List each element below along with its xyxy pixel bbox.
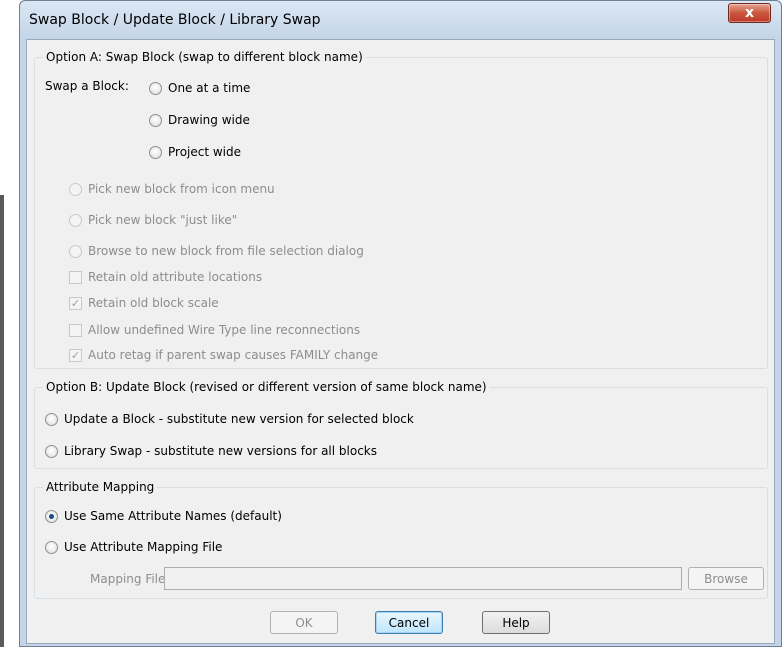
close-icon: x [744, 5, 755, 21]
radio-pick-from-icon-menu[interactable]: Pick new block from icon menu [69, 182, 275, 196]
background-strip [0, 0, 20, 647]
radio-icon [45, 540, 58, 554]
checkbox-label: Retain old attribute locations [88, 270, 263, 284]
checkbox-label: Retain old block scale [88, 296, 219, 310]
mapping-file-label-row: Mapping File [90, 572, 165, 586]
background-scrollbar [0, 195, 4, 647]
check-mark-icon: ✓ [69, 296, 82, 310]
mapping-file-label: Mapping File [90, 572, 166, 586]
radio-label: Library Swap - substitute new versions f… [64, 444, 377, 458]
dialog-window: Swap Block / Update Block / Library Swap… [19, 0, 782, 647]
radio-icon [149, 145, 162, 159]
help-button[interactable]: Help [482, 611, 550, 634]
radio-browse-file-dialog[interactable]: Browse to new block from file selection … [69, 244, 364, 258]
radio-icon [69, 244, 82, 258]
radio-label: Pick new block "just like" [88, 213, 238, 227]
check-retain-attribute-locations[interactable]: Retain old attribute locations [69, 270, 262, 284]
check-auto-retag[interactable]: ✓ Auto retag if parent swap causes FAMIL… [69, 348, 378, 362]
radio-project-wide[interactable]: Project wide [149, 145, 241, 159]
check-retain-block-scale[interactable]: ✓ Retain old block scale [69, 296, 219, 310]
radio-label: Drawing wide [168, 113, 250, 127]
browse-button[interactable]: Browse [688, 567, 764, 590]
radio-selected-icon [45, 509, 58, 523]
option-a-legend: Option A: Swap Block (swap to different … [43, 50, 366, 64]
title-bar: Swap Block / Update Block / Library Swap… [20, 1, 781, 39]
radio-label: Use Attribute Mapping File [64, 540, 223, 554]
window-title: Swap Block / Update Block / Library Swap [29, 12, 321, 28]
radio-icon [45, 444, 58, 458]
radio-label: Use Same Attribute Names (default) [64, 509, 282, 523]
option-b-legend: Option B: Update Block (revised or diffe… [43, 380, 490, 394]
checkbox-icon [69, 270, 82, 284]
radio-one-at-a-time[interactable]: One at a time [149, 81, 250, 95]
checkbox-icon [69, 323, 82, 337]
swap-a-block-label: Swap a Block: [45, 79, 129, 93]
checkbox-label: Auto retag if parent swap causes FAMILY … [88, 348, 379, 362]
radio-label: One at a time [168, 81, 251, 95]
radio-drawing-wide[interactable]: Drawing wide [149, 113, 250, 127]
radio-icon [149, 81, 162, 95]
radio-use-mapping-file[interactable]: Use Attribute Mapping File [45, 540, 222, 554]
radio-label: Pick new block from icon menu [88, 182, 275, 196]
radio-icon [149, 113, 162, 127]
close-button[interactable]: x [728, 3, 771, 23]
radio-pick-just-like[interactable]: Pick new block "just like" [69, 213, 237, 227]
swap-a-block-label-row: Swap a Block: [45, 79, 129, 93]
attribute-mapping-legend: Attribute Mapping [43, 480, 158, 494]
dialog-body: Option A: Swap Block (swap to different … [26, 39, 775, 644]
radio-icon [45, 412, 58, 426]
checkbox-label: Allow undefined Wire Type line reconnect… [88, 323, 361, 337]
cancel-button-label: Cancel [388, 615, 430, 630]
radio-label: Browse to new block from file selection … [88, 244, 364, 258]
radio-icon [69, 182, 82, 196]
mapping-file-input[interactable] [164, 567, 682, 590]
browse-button-label: Browse [704, 571, 748, 586]
radio-update-a-block[interactable]: Update a Block - substitute new version … [45, 412, 414, 426]
help-button-label: Help [502, 615, 530, 630]
check-allow-undefined-wire-type[interactable]: Allow undefined Wire Type line reconnect… [69, 323, 360, 337]
radio-library-swap[interactable]: Library Swap - substitute new versions f… [45, 444, 377, 458]
cancel-button[interactable]: Cancel [375, 611, 443, 634]
radio-icon [69, 213, 82, 227]
radio-use-same-attribute-names[interactable]: Use Same Attribute Names (default) [45, 509, 282, 523]
radio-label: Update a Block - substitute new version … [64, 412, 414, 426]
radio-label: Project wide [168, 145, 242, 159]
ok-button[interactable]: OK [270, 611, 338, 634]
ok-button-label: OK [295, 615, 313, 630]
check-mark-icon: ✓ [69, 348, 82, 362]
